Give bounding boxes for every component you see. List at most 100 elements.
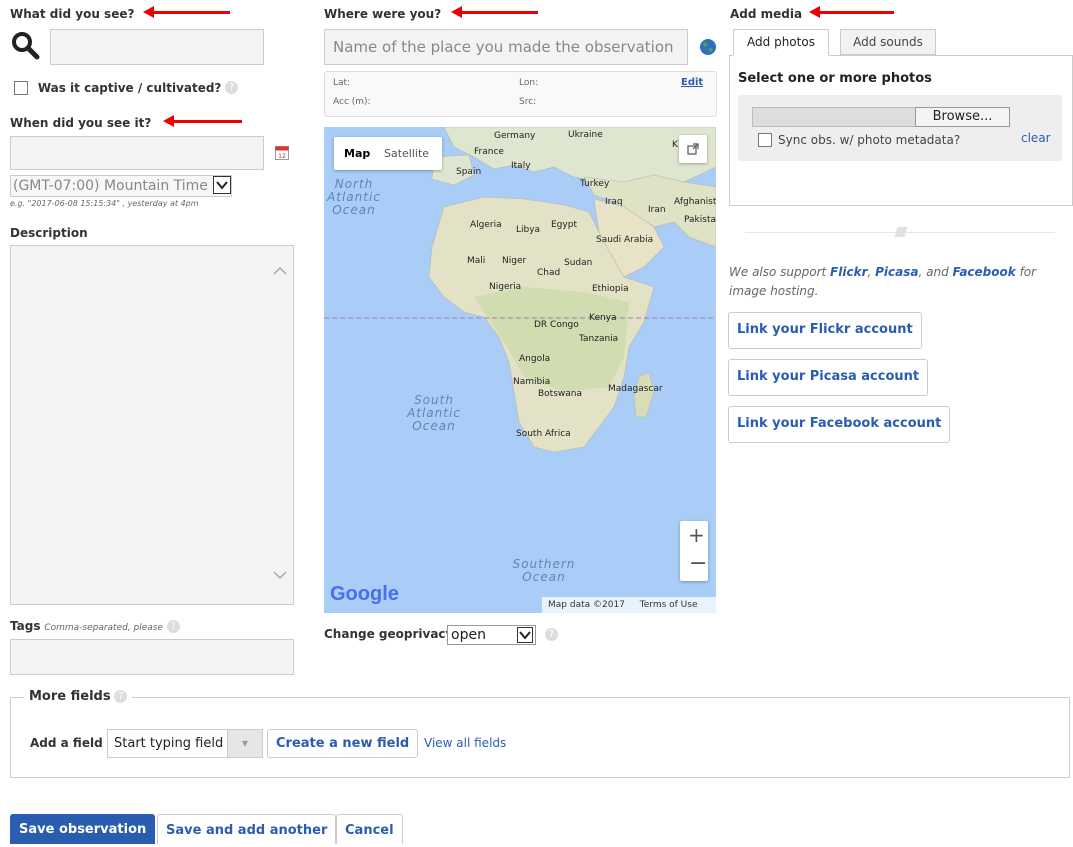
map-label: Afghanist <box>674 197 716 207</box>
calendar-icon[interactable]: 12 <box>275 145 289 163</box>
map-label: Chad <box>537 268 561 278</box>
map-label: France <box>474 147 504 157</box>
ocean-label-southern: Southern Ocean <box>512 557 576 584</box>
map-label: Iran <box>648 205 666 215</box>
map-type-satellite-button[interactable]: Satellite <box>384 147 429 160</box>
map-label: K <box>672 140 678 150</box>
tags-input[interactable] <box>10 639 294 675</box>
help-icon[interactable]: ? <box>225 81 239 94</box>
geoprivacy-label: Change geoprivacy <box>324 627 454 641</box>
chevron-down-icon[interactable] <box>517 627 533 643</box>
fullscreen-icon[interactable] <box>679 135 707 163</box>
map-type-control: Map Satellite <box>334 137 442 170</box>
sync-label: Sync obs. w/ photo metadata? <box>778 133 961 147</box>
svg-text:12: 12 <box>278 153 286 160</box>
map-label: Mali <box>467 256 486 266</box>
globe-icon[interactable] <box>699 38 717 59</box>
when-label: When did you see it? <box>10 116 152 130</box>
save-and-add-another-button[interactable]: Save and add another <box>157 814 337 844</box>
accuracy-label: Acc (m): <box>333 97 371 107</box>
where-label: Where were you? <box>324 7 442 21</box>
hosting-support-text: We also support Flickr, Picasa, and Face… <box>729 265 1037 298</box>
map-label: Tanzania <box>579 334 619 344</box>
red-arrow-annotation <box>163 115 242 127</box>
date-example: e.g. "2017-06-08 15:15:34" , yesterday a… <box>10 199 199 208</box>
map-label: Kenya <box>589 313 617 323</box>
map-label: Namibia <box>513 377 551 387</box>
what-label: What did you see? <box>10 7 135 21</box>
picasa-link[interactable]: Picasa <box>875 265 918 279</box>
scroll-up-icon[interactable] <box>273 264 287 278</box>
map-label: Spain <box>456 167 482 177</box>
flickr-link[interactable]: Flickr <box>830 265 867 279</box>
ocean-label-south-atlantic: South Atlantic Ocean <box>407 393 461 433</box>
tab-add-sounds[interactable]: Add sounds <box>840 29 936 55</box>
map-label: Algeria <box>470 220 502 230</box>
map[interactable]: Map Satellite + − Germany Ukraine K Fran… <box>324 127 716 613</box>
help-icon[interactable]: ? <box>166 620 180 633</box>
map-label: Botswana <box>538 389 582 399</box>
field-search-input[interactable]: Start typing field ▾ <box>107 729 263 758</box>
map-label: Angola <box>519 354 551 364</box>
geoprivacy-select[interactable]: open <box>447 625 536 645</box>
map-label: Italy <box>511 161 531 171</box>
link-picasa-button[interactable]: Link your Picasa account <box>728 359 929 396</box>
help-icon[interactable]: ? <box>545 628 558 641</box>
zoom-in-icon[interactable]: + <box>688 523 705 547</box>
map-type-map-button[interactable]: Map <box>344 147 370 160</box>
sync-checkbox[interactable] <box>758 133 772 147</box>
geoprivacy-row: Change geoprivacy <box>324 627 453 641</box>
source-label: Src: <box>519 97 537 107</box>
save-observation-button[interactable]: Save observation <box>10 814 156 844</box>
cancel-button[interactable]: Cancel <box>336 814 403 844</box>
captive-checkbox[interactable] <box>14 80 28 95</box>
captive-label: Was it captive / cultivated? <box>37 80 222 95</box>
species-search-input[interactable] <box>50 29 264 65</box>
link-flickr-button[interactable]: Link your Flickr account <box>728 312 922 349</box>
zoom-out-icon[interactable]: − <box>689 551 707 576</box>
map-label: DR Congo <box>534 320 579 330</box>
map-label: South Africa <box>516 429 571 439</box>
terms-link[interactable]: Terms of Use <box>628 600 698 610</box>
map-label: Ethiopia <box>592 284 629 294</box>
create-field-button[interactable]: Create a new field <box>267 729 419 758</box>
date-input[interactable] <box>10 136 264 170</box>
map-label: Madagascar <box>608 384 663 394</box>
description-label: Description <box>10 226 88 240</box>
dropdown-arrow-icon[interactable]: ▾ <box>227 730 262 757</box>
map-label: Libya <box>516 225 541 235</box>
red-arrow-annotation <box>451 6 538 18</box>
photo-upload-area: Browse... Sync obs. w/ photo metadata? c… <box>738 95 1062 161</box>
captive-checkbox-row[interactable]: Was it captive / cultivated? ? <box>14 80 239 95</box>
tags-label-row: Tags Comma-separated, please ? <box>10 619 180 633</box>
edit-coordinates-link[interactable]: Edit <box>681 77 703 88</box>
more-fields-legend: More fields ? <box>24 689 133 704</box>
help-icon[interactable]: ? <box>114 690 128 703</box>
chevron-down-icon[interactable] <box>213 176 231 194</box>
map-label: Turkey <box>580 179 610 189</box>
place-input[interactable]: Name of the place you made the observati… <box>324 29 688 65</box>
link-facebook-button[interactable]: Link your Facebook account <box>728 406 951 443</box>
view-all-fields-link[interactable]: View all fields <box>424 736 506 750</box>
map-label: Sudan <box>564 258 593 268</box>
media-label: Add media <box>730 7 803 21</box>
browse-button[interactable]: Browse... <box>915 107 1010 127</box>
tags-label: Tags <box>10 619 41 633</box>
tags-hint: Comma-separated, please <box>44 623 164 633</box>
tab-add-photos[interactable]: Add photos <box>733 29 829 56</box>
map-label: Pakistan <box>684 215 716 225</box>
ocean-label-north-atlantic: North Atlantic Ocean <box>327 177 381 217</box>
map-label: Nigeria <box>489 282 522 292</box>
map-label: Egypt <box>551 220 577 230</box>
search-icon <box>10 30 40 63</box>
zoom-control: + − <box>680 521 708 581</box>
divider-ornament <box>894 227 908 237</box>
facebook-link[interactable]: Facebook <box>953 265 1016 279</box>
scroll-down-icon[interactable] <box>273 570 287 584</box>
description-textarea[interactable] <box>10 245 294 605</box>
red-arrow-annotation <box>143 6 230 18</box>
lat-label: Lat: <box>333 78 351 88</box>
timezone-select[interactable]: (GMT-07:00) Mountain Time ( <box>10 175 232 197</box>
clear-link[interactable]: clear <box>1021 131 1051 145</box>
map-label: Germany <box>494 131 536 141</box>
